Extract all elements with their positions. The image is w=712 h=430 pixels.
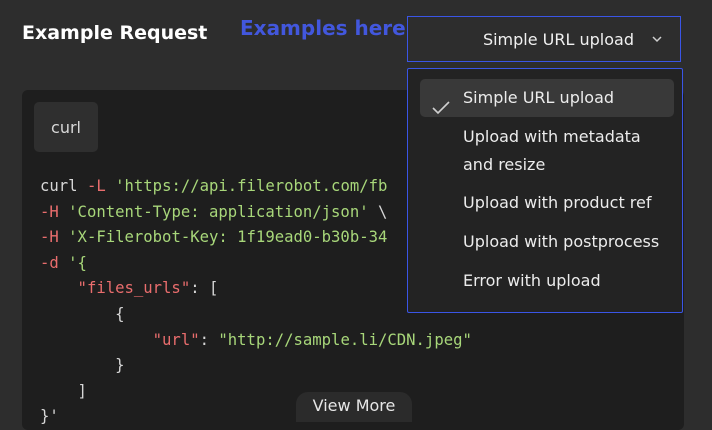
view-more-button[interactable]: View More	[296, 392, 412, 422]
dropdown-item-label-line2: and resize	[463, 155, 546, 174]
dropdown-item-upload-with-product-ref[interactable]: Upload with product ref	[420, 189, 674, 217]
code-line-1: curl -L 'https://api.filerobot.com/fb	[40, 177, 388, 195]
dropdown-item-label: Simple URL upload	[463, 88, 615, 107]
page-title: Example Request	[22, 22, 208, 44]
chevron-down-icon	[650, 32, 664, 46]
code-line-6: {	[40, 304, 125, 323]
code-line-8: }	[40, 356, 125, 375]
code-line-7: "url": "http://sample.li/CDN.jpeg"	[40, 330, 472, 349]
code-line-4: -d '{	[40, 253, 87, 272]
code-line-10: }'	[40, 407, 59, 426]
dropdown-item-simple-url-upload[interactable]: Simple URL upload	[420, 79, 674, 117]
example-dropdown-menu: Simple URL upload Upload with metadata a…	[407, 68, 683, 313]
dropdown-item-error-with-upload[interactable]: Error with upload	[420, 267, 674, 295]
annotation-label: Examples here	[240, 16, 406, 40]
dropdown-item-upload-with-metadata[interactable]: Upload with metadata and resize	[420, 123, 674, 179]
dropdown-item-label-line1: Upload with metadata	[463, 127, 641, 146]
example-select[interactable]: Simple URL upload	[407, 16, 681, 62]
code-line-3: -H 'X-Filerobot-Key: 1f19ead0-b30b-34	[40, 228, 388, 247]
dropdown-item-upload-with-postprocess[interactable]: Upload with postprocess	[420, 228, 674, 256]
example-select-value: Simple URL upload	[482, 29, 634, 49]
tab-curl[interactable]: curl	[34, 102, 98, 152]
code-line-9: ]	[40, 381, 87, 400]
code-line-2: -H 'Content-Type: application/json' \	[40, 202, 388, 221]
code-line-5: "files_urls": [	[40, 279, 219, 298]
checkmark-icon	[432, 91, 450, 115]
